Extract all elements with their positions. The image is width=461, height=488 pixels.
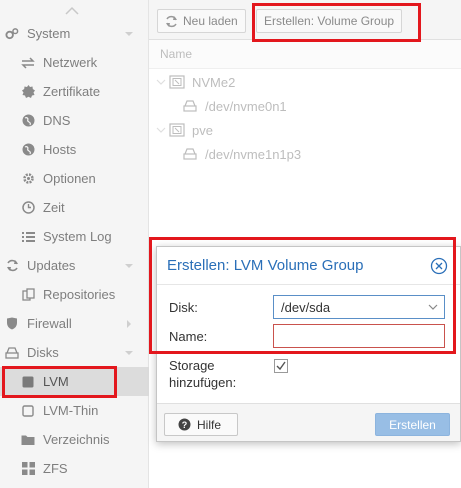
exchange-icon	[21, 56, 35, 70]
square-outline-icon	[21, 404, 35, 418]
storage-label-line2: hinzufügen:	[169, 375, 237, 390]
disk-label: Disk:	[169, 300, 198, 315]
sidebar-item-label: Zeit	[43, 200, 65, 215]
folder-icon	[21, 433, 35, 447]
square-icon	[21, 375, 35, 389]
sidebar-item-netzwerk[interactable]: Netzwerk	[0, 48, 149, 77]
sidebar-item-label: Zertifikate	[43, 84, 101, 99]
add-storage-checkbox[interactable]	[274, 359, 288, 373]
sidebar-item-label: ZFS	[43, 461, 68, 476]
help-button[interactable]: ? Hilfe	[164, 413, 238, 436]
sidebar-item-zeit[interactable]: Zeit	[0, 193, 149, 222]
storage-label-line1: Storage	[169, 358, 215, 373]
sidebar-item-updates[interactable]: Updates	[0, 251, 149, 280]
sidebar-item-dns[interactable]: DNS	[0, 106, 149, 135]
sidebar-item-lvm-thin[interactable]: LVM-Thin	[0, 396, 149, 425]
globe-icon	[21, 143, 35, 157]
sidebar-item-label: Disks	[27, 345, 59, 360]
chevron-down-icon[interactable]	[124, 348, 134, 358]
hdd-icon	[5, 346, 19, 360]
dialog-title: Erstellen: LVM Volume Group	[167, 257, 364, 274]
sidebar-item-label: LVM-Thin	[43, 403, 99, 418]
chevron-down-icon[interactable]	[124, 29, 134, 39]
sidebar-item-label: System Log	[43, 229, 112, 244]
sidebar-item-label: DNS	[43, 113, 71, 128]
sidebar-item-label: Netzwerk	[43, 55, 98, 70]
sidebar-item-zertifikate[interactable]: Zertifikate	[0, 77, 149, 106]
refresh-icon	[5, 259, 19, 273]
sidebar-item-firewall[interactable]: Firewall	[0, 309, 149, 338]
sidebar-item-label: Firewall	[27, 316, 72, 331]
create-volume-group-button[interactable]: Erstellen: Volume Group	[256, 9, 403, 33]
dialog-footer: ? Hilfe Erstellen	[157, 403, 460, 441]
sidebar-item-label: Verzeichnis	[43, 432, 110, 447]
chevron-down-icon[interactable]	[124, 261, 134, 271]
sidebar-item-verzeichnis[interactable]: Verzeichnis	[0, 425, 149, 454]
close-icon[interactable]	[430, 257, 448, 275]
toolbar: Neu laden Erstellen: Volume Group	[149, 0, 461, 40]
files-icon	[21, 288, 35, 302]
reload-button[interactable]: Neu laden	[157, 9, 246, 33]
list-icon	[21, 230, 35, 244]
chevron-right-icon[interactable]	[124, 319, 134, 329]
name-input[interactable]	[273, 324, 445, 348]
chevron-up-icon[interactable]	[64, 6, 80, 16]
sidebar-item-disks[interactable]: Disks	[0, 338, 149, 367]
shield-icon	[5, 317, 19, 331]
sidebar-item-system-log[interactable]: System Log	[0, 222, 149, 251]
gears-icon	[5, 27, 19, 41]
sidebar-item-zfs[interactable]: ZFS	[0, 454, 149, 483]
gear-icon	[21, 172, 35, 186]
sidebar-item-label: Repositories	[43, 287, 116, 302]
disk-select[interactable]: /dev/sda	[273, 295, 445, 319]
clock-icon	[21, 201, 35, 215]
globe-icon	[21, 114, 35, 128]
sidebar-item-optionen[interactable]: Optionen	[0, 164, 149, 193]
sidebar-item-label: LVM	[43, 374, 69, 389]
grid-icon	[21, 462, 35, 476]
svg-text:?: ?	[182, 420, 188, 430]
name-label: Name:	[169, 329, 208, 344]
refresh-icon	[166, 15, 177, 27]
dialog-header: Erstellen: LVM Volume Group	[157, 247, 460, 285]
sidebar-item-label: Updates	[27, 258, 76, 273]
sidebar-item-label: Hosts	[43, 142, 77, 157]
sidebar-item-lvm[interactable]: LVM	[0, 367, 149, 396]
sidebar-item-system[interactable]: System	[0, 19, 149, 48]
chevron-down-icon[interactable]	[428, 303, 438, 311]
sidebar-item-label: System	[27, 26, 71, 41]
certificate-icon	[21, 85, 35, 99]
create-lvm-dialog: Erstellen: LVM Volume Group Disk: /dev/s…	[156, 246, 461, 442]
sidebar: System Netzwerk Zertifikate DNS Hosts Op…	[0, 0, 149, 488]
sidebar-item-hosts[interactable]: Hosts	[0, 135, 149, 164]
sidebar-item-repositories[interactable]: Repositories	[0, 280, 149, 309]
question-circle-icon: ?	[178, 418, 191, 431]
sidebar-item-label: Optionen	[43, 171, 96, 186]
create-button[interactable]: Erstellen	[375, 413, 450, 436]
